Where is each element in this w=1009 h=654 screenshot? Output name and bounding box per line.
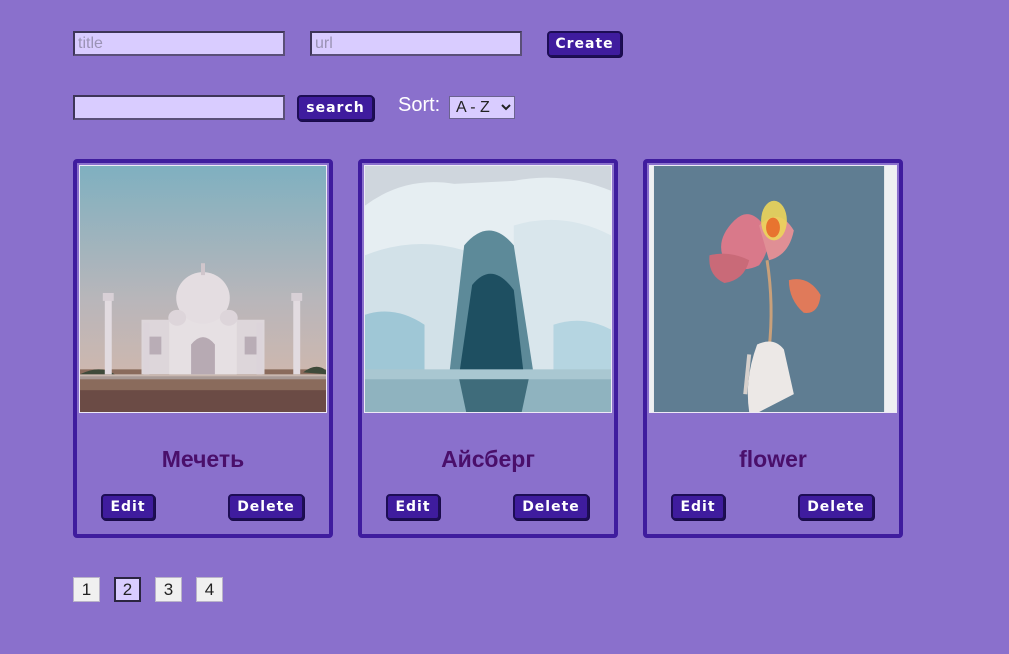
page-button-2[interactable]: 2 (114, 577, 141, 602)
delete-button[interactable]: Delete (228, 494, 304, 520)
delete-button[interactable]: Delete (798, 494, 874, 520)
page-button-1[interactable]: 1 (73, 577, 100, 602)
card-title: Мечеть (161, 446, 245, 472)
card-iceberg: Айсберг Edit Delete (358, 159, 618, 538)
page-button-4[interactable]: 4 (196, 577, 223, 602)
search-button[interactable]: search (297, 95, 374, 121)
search-input[interactable] (73, 95, 285, 120)
card-title: flower (739, 446, 807, 472)
page-button-3[interactable]: 3 (155, 577, 182, 602)
sort-label: Sort: (398, 94, 441, 116)
create-button[interactable]: Create (547, 31, 622, 57)
title-input[interactable] (73, 31, 285, 56)
edit-button[interactable]: Edit (101, 494, 155, 520)
edit-button[interactable]: Edit (386, 494, 440, 520)
card-title: Айсберг (441, 446, 535, 472)
url-input[interactable] (310, 31, 522, 56)
card-image-iceberg (364, 165, 612, 413)
card-image-flower (649, 165, 897, 413)
delete-button[interactable]: Delete (513, 494, 589, 520)
card-flower: flower Edit Delete (643, 159, 903, 538)
card-image-mosque (79, 165, 327, 413)
card-mosque: Мечеть Edit Delete (73, 159, 333, 538)
edit-button[interactable]: Edit (671, 494, 725, 520)
sort-select[interactable]: A - Z (449, 96, 515, 119)
